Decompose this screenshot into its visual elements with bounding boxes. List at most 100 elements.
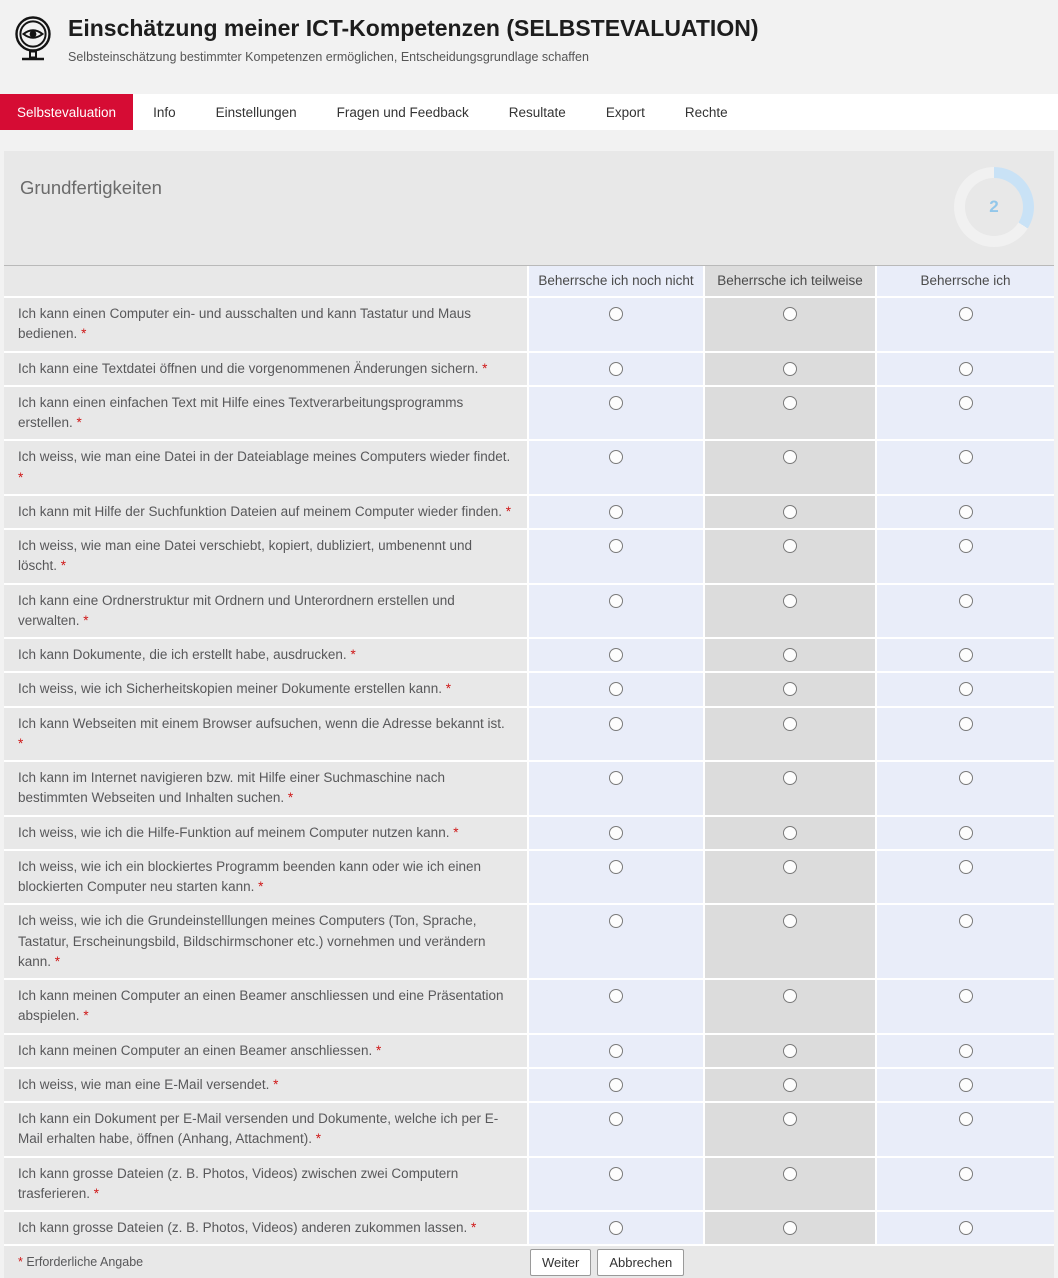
radio-q17-opt1[interactable] xyxy=(609,1078,623,1092)
radio-q11-opt3[interactable] xyxy=(959,771,973,785)
required-asterisk: * xyxy=(81,326,86,341)
required-asterisk: * xyxy=(18,736,23,751)
radio-q15-opt1[interactable] xyxy=(609,989,623,1003)
radio-q12-opt1[interactable] xyxy=(609,826,623,840)
radio-q9-opt3[interactable] xyxy=(959,682,973,696)
weiter-button[interactable]: Weiter xyxy=(530,1249,591,1276)
radio-q8-opt1[interactable] xyxy=(609,648,623,662)
option-cell xyxy=(529,639,703,671)
radio-q19-opt2[interactable] xyxy=(783,1167,797,1181)
question-text: Ich weiss, wie ich ein blockiertes Progr… xyxy=(18,859,481,894)
radio-q20-opt2[interactable] xyxy=(783,1221,797,1235)
radio-q4-opt1[interactable] xyxy=(609,450,623,464)
option-cell xyxy=(877,762,1054,815)
app-header: Einschätzung meiner ICT-Kompetenzen (SEL… xyxy=(0,0,1058,82)
radio-q12-opt2[interactable] xyxy=(783,826,797,840)
required-asterisk: * xyxy=(83,1008,88,1023)
radio-q5-opt3[interactable] xyxy=(959,505,973,519)
required-asterisk: * xyxy=(506,504,511,519)
radio-q3-opt1[interactable] xyxy=(609,396,623,410)
radio-q11-opt2[interactable] xyxy=(783,771,797,785)
radio-q14-opt2[interactable] xyxy=(783,914,797,928)
radio-q13-opt1[interactable] xyxy=(609,860,623,874)
option-cell xyxy=(877,1158,1054,1211)
radio-q3-opt3[interactable] xyxy=(959,396,973,410)
tab-export[interactable]: Export xyxy=(586,94,665,130)
tab-resultate[interactable]: Resultate xyxy=(489,94,586,130)
option-cell xyxy=(877,353,1054,385)
tab-rechte[interactable]: Rechte xyxy=(665,94,748,130)
radio-q1-opt3[interactable] xyxy=(959,307,973,321)
radio-q14-opt3[interactable] xyxy=(959,914,973,928)
radio-q20-opt1[interactable] xyxy=(609,1221,623,1235)
tab-selbstevaluation[interactable]: Selbstevaluation xyxy=(0,94,133,130)
tab-info[interactable]: Info xyxy=(133,94,196,130)
required-asterisk: * xyxy=(482,361,487,376)
required-asterisk: * xyxy=(77,415,82,430)
radio-q18-opt1[interactable] xyxy=(609,1112,623,1126)
question-label: Ich weiss, wie man eine Datei in der Dat… xyxy=(4,441,527,494)
radio-q7-opt3[interactable] xyxy=(959,594,973,608)
question-label: Ich kann einen Computer ein- und ausscha… xyxy=(4,298,527,351)
radio-q10-opt1[interactable] xyxy=(609,717,623,731)
radio-q17-opt2[interactable] xyxy=(783,1078,797,1092)
radio-q13-opt3[interactable] xyxy=(959,860,973,874)
radio-q7-opt2[interactable] xyxy=(783,594,797,608)
footer-buttons: WeiterAbbrechen xyxy=(530,1249,690,1276)
tab-fragen-und-feedback[interactable]: Fragen und Feedback xyxy=(317,94,489,130)
radio-q18-opt3[interactable] xyxy=(959,1112,973,1126)
question-text: Ich kann meinen Computer an einen Beamer… xyxy=(18,988,504,1023)
radio-q1-opt2[interactable] xyxy=(783,307,797,321)
abbrechen-button[interactable]: Abbrechen xyxy=(597,1249,684,1276)
radio-q11-opt1[interactable] xyxy=(609,771,623,785)
radio-q15-opt2[interactable] xyxy=(783,989,797,1003)
radio-q2-opt1[interactable] xyxy=(609,362,623,376)
radio-q2-opt3[interactable] xyxy=(959,362,973,376)
radio-q1-opt1[interactable] xyxy=(609,307,623,321)
radio-q6-opt3[interactable] xyxy=(959,539,973,553)
radio-q9-opt2[interactable] xyxy=(783,682,797,696)
question-label: Ich weiss, wie man eine Datei verschiebt… xyxy=(4,530,527,583)
option-cell xyxy=(529,585,703,638)
radio-q6-opt1[interactable] xyxy=(609,539,623,553)
radio-q8-opt3[interactable] xyxy=(959,648,973,662)
radio-q12-opt3[interactable] xyxy=(959,826,973,840)
radio-q19-opt3[interactable] xyxy=(959,1167,973,1181)
radio-q4-opt2[interactable] xyxy=(783,450,797,464)
option-cell xyxy=(529,530,703,583)
radio-q17-opt3[interactable] xyxy=(959,1078,973,1092)
question-label: Ich kann ein Dokument per E-Mail versend… xyxy=(4,1103,527,1156)
radio-q4-opt3[interactable] xyxy=(959,450,973,464)
radio-q19-opt1[interactable] xyxy=(609,1167,623,1181)
radio-q13-opt2[interactable] xyxy=(783,860,797,874)
table-footer: * Erforderliche Angabe WeiterAbbrechen xyxy=(4,1244,1054,1278)
radio-q7-opt1[interactable] xyxy=(609,594,623,608)
radio-q8-opt2[interactable] xyxy=(783,648,797,662)
required-note-label: Erforderliche Angabe xyxy=(26,1255,143,1269)
progress-value: 2 xyxy=(965,178,1023,236)
radio-q18-opt2[interactable] xyxy=(783,1112,797,1126)
radio-q16-opt1[interactable] xyxy=(609,1044,623,1058)
radio-q20-opt3[interactable] xyxy=(959,1221,973,1235)
option-cell xyxy=(877,905,1054,978)
option-cell xyxy=(529,441,703,494)
radio-q15-opt3[interactable] xyxy=(959,989,973,1003)
radio-q2-opt2[interactable] xyxy=(783,362,797,376)
radio-q5-opt1[interactable] xyxy=(609,505,623,519)
radio-q10-opt2[interactable] xyxy=(783,717,797,731)
radio-q16-opt3[interactable] xyxy=(959,1044,973,1058)
radio-q16-opt2[interactable] xyxy=(783,1044,797,1058)
column-header-beherrsche-ich: Beherrsche ich xyxy=(877,266,1054,296)
radio-q14-opt1[interactable] xyxy=(609,914,623,928)
radio-q3-opt2[interactable] xyxy=(783,396,797,410)
radio-q9-opt1[interactable] xyxy=(609,682,623,696)
required-asterisk: * xyxy=(471,1220,476,1235)
question-column-header xyxy=(4,266,527,296)
radio-q10-opt3[interactable] xyxy=(959,717,973,731)
radio-q5-opt2[interactable] xyxy=(783,505,797,519)
option-cell xyxy=(529,1035,703,1067)
question-label: Ich weiss, wie ich ein blockiertes Progr… xyxy=(4,851,527,904)
option-cell xyxy=(529,496,703,528)
radio-q6-opt2[interactable] xyxy=(783,539,797,553)
tab-einstellungen[interactable]: Einstellungen xyxy=(196,94,317,130)
